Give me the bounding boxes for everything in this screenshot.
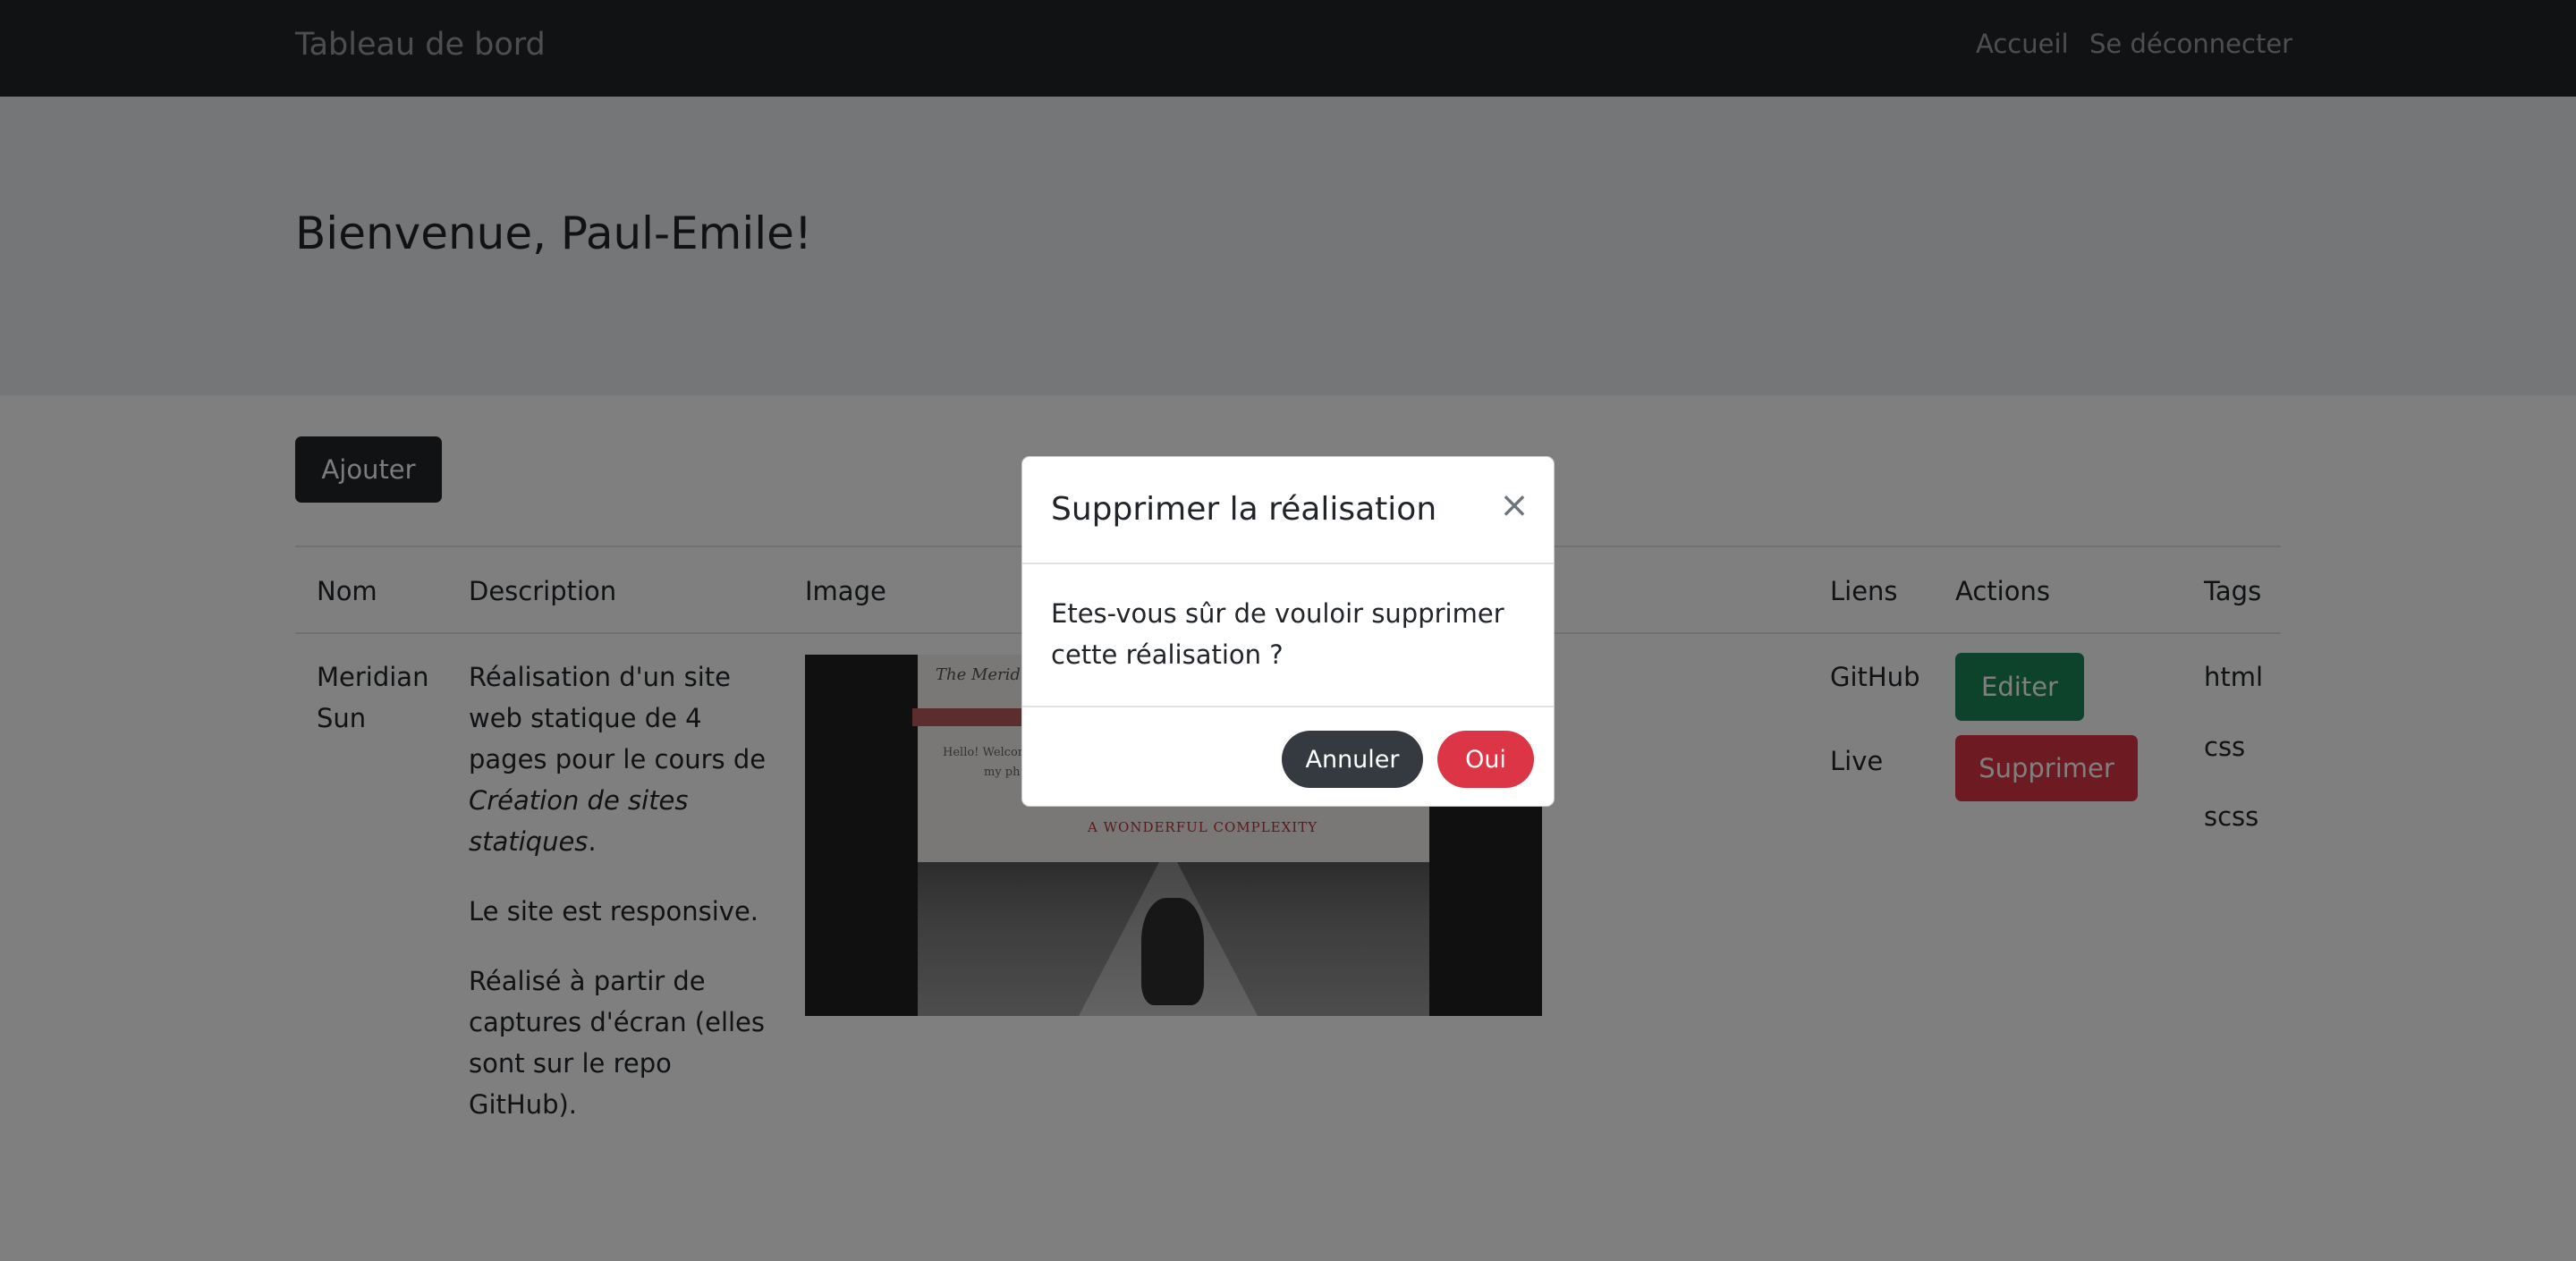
modal-title: Supprimer la réalisation — [1051, 491, 1437, 528]
modal-header: Supprimer la réalisation × — [1022, 457, 1554, 564]
modal-body: Etes-vous sûr de vouloir supprimer cette… — [1051, 598, 1504, 670]
cancel-button[interactable]: Annuler — [1282, 731, 1423, 788]
modal-footer: Annuler Oui — [1022, 706, 1554, 806]
close-icon[interactable]: × — [1496, 487, 1532, 523]
delete-confirmation-modal: Supprimer la réalisation × Etes-vous sûr… — [1021, 456, 1555, 807]
confirm-button[interactable]: Oui — [1437, 731, 1534, 788]
